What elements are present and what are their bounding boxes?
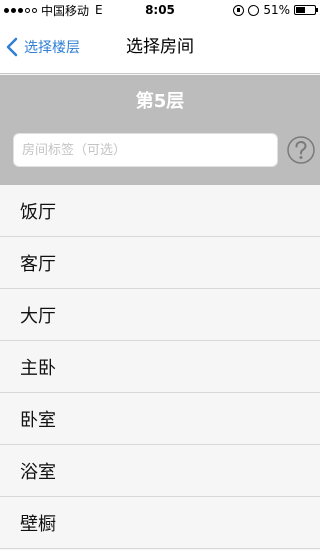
room-item-closet[interactable]: 壁橱 [0,497,320,549]
navigation-bar: 选择楼层 选择房间 [0,20,320,74]
room-item-bedroom[interactable]: 卧室 [0,393,320,445]
room-tag-input[interactable] [13,133,278,167]
status-time: 8:05 [145,3,175,17]
rotation-lock-icon [233,4,245,16]
room-item-hall[interactable]: 大厅 [0,289,320,341]
room-item-dining[interactable]: 饭厅 [0,185,320,237]
status-bar: 中国移动 E 8:05 51% [0,0,320,20]
floor-header-panel: 第5层 [0,75,320,185]
floor-title: 第5层 [135,91,185,112]
page-title: 选择房间 [126,37,194,57]
help-button[interactable] [286,133,316,167]
question-mark-icon [287,136,315,164]
room-item-living[interactable]: 客厅 [0,237,320,289]
room-item-master-bedroom[interactable]: 主卧 [0,341,320,393]
room-item-bathroom[interactable]: 浴室 [0,445,320,497]
battery-icon [294,5,318,15]
room-list: 饭厅 客厅 大厅 主卧 卧室 浴室 壁橱 [0,185,320,549]
